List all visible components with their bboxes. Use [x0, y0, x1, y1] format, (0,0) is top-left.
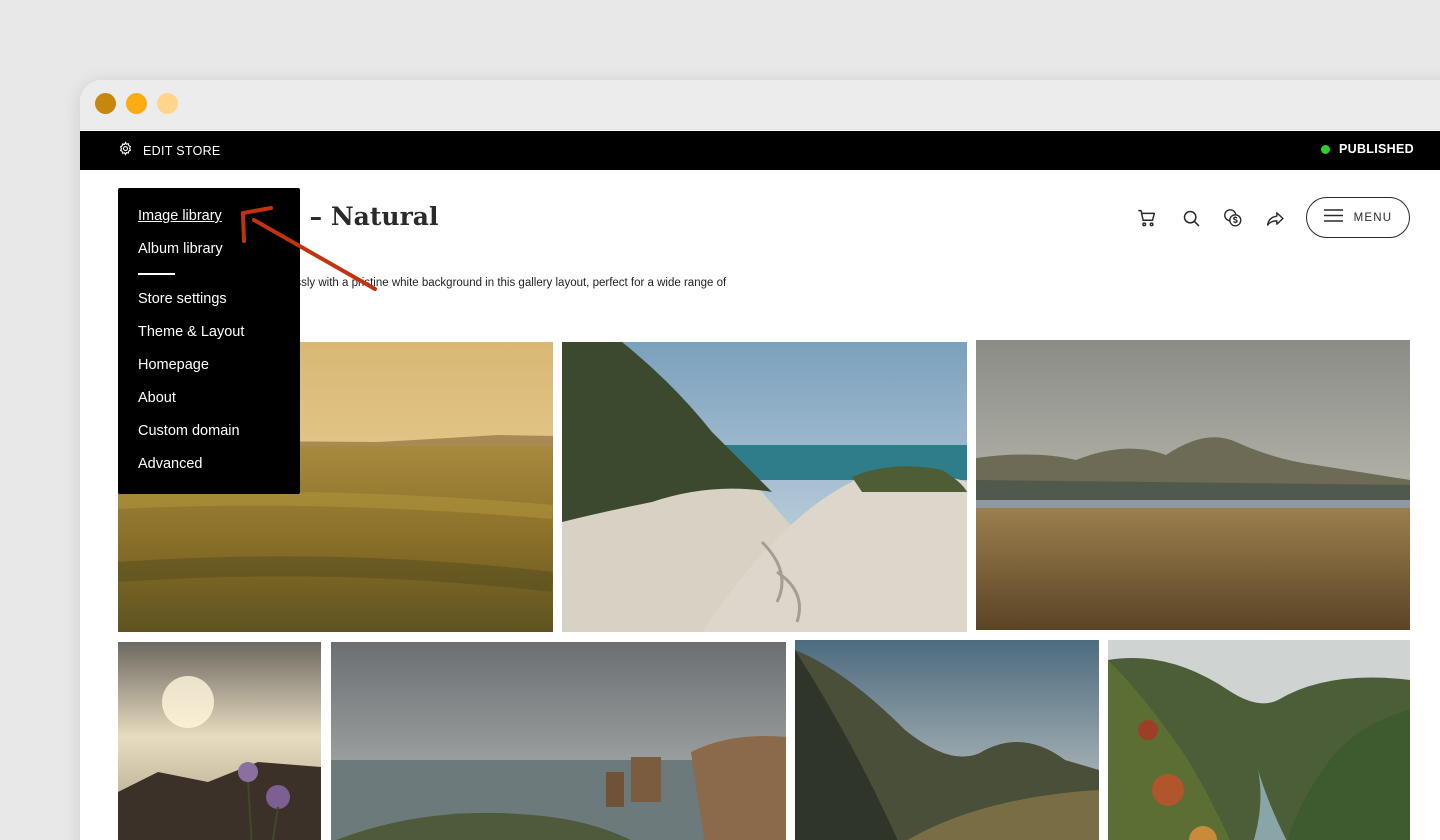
publish-status: PUBLISHED: [1321, 131, 1414, 167]
edit-store-bar: EDIT STORE PUBLISHED: [80, 131, 1440, 170]
window-titlebar: [80, 80, 1440, 130]
hamburger-icon: [1323, 208, 1343, 227]
dropdown-item-store-settings[interactable]: Store settings: [138, 291, 227, 307]
status-label: PUBLISHED: [1339, 142, 1414, 156]
dropdown-item-advanced[interactable]: Advanced: [138, 456, 203, 472]
edit-store-button[interactable]: EDIT STORE: [118, 131, 221, 170]
cart-icon[interactable]: [1134, 205, 1160, 231]
gallery-photo-forest-gorge[interactable]: [1108, 640, 1410, 840]
dropdown-item-about[interactable]: About: [138, 390, 176, 406]
menu-label: MENU: [1353, 211, 1393, 224]
menu-button[interactable]: MENU: [1306, 197, 1410, 238]
gallery-photo-mountains[interactable]: [976, 340, 1410, 630]
store-description: nlessly with a pristine white background…: [280, 277, 727, 289]
gallery-photo-valley[interactable]: [795, 640, 1099, 840]
gallery-photo-dunes[interactable]: [562, 342, 967, 632]
edit-store-dropdown: Image library Album library Store settin…: [118, 188, 300, 494]
edit-store-label: EDIT STORE: [143, 143, 221, 158]
window-zoom-button[interactable]: [157, 93, 178, 114]
search-icon[interactable]: [1178, 205, 1204, 231]
dropdown-item-theme-layout[interactable]: Theme & Layout: [138, 324, 244, 340]
dropdown-divider: [138, 273, 175, 275]
dropdown-item-custom-domain[interactable]: Custom domain: [138, 423, 240, 439]
status-dot: [1321, 144, 1330, 154]
currency-icon[interactable]: [1220, 205, 1246, 231]
dropdown-item-homepage[interactable]: Homepage: [138, 357, 209, 373]
store-title: e – Natural: [285, 202, 439, 231]
gallery-photo-sea-stacks[interactable]: [331, 642, 786, 840]
dropdown-item-image-library[interactable]: Image library: [138, 208, 222, 224]
share-icon[interactable]: [1262, 205, 1288, 231]
gallery-photo-cliff-sunset[interactable]: [118, 642, 321, 840]
browser-window: EDIT STORE PUBLISHED e – Natural nlessly…: [80, 80, 1440, 840]
window-minimize-button[interactable]: [126, 93, 147, 114]
window-close-button[interactable]: [95, 93, 116, 114]
gear-icon: [118, 140, 133, 161]
dropdown-item-album-library[interactable]: Album library: [138, 241, 223, 257]
